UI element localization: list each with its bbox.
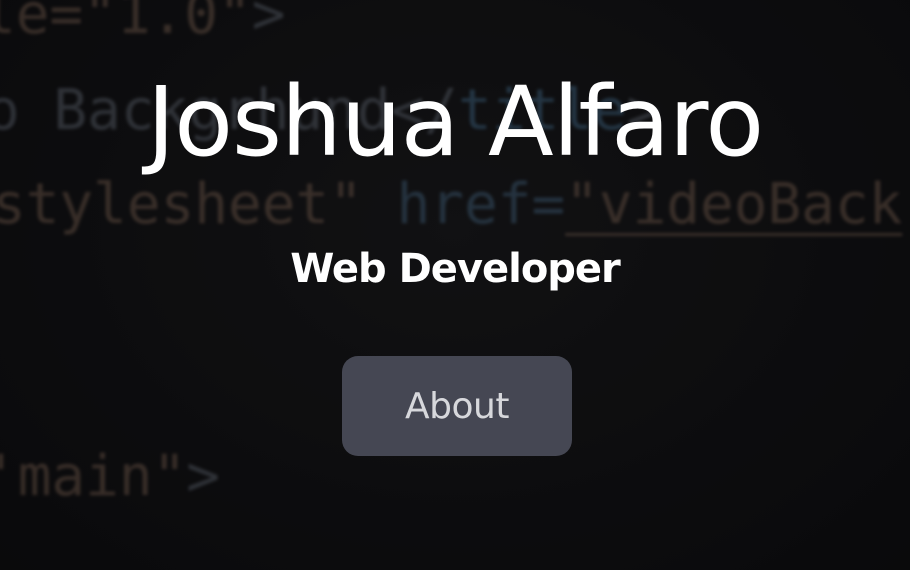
about-button[interactable]: About (342, 356, 572, 456)
hero-subtitle: Web Developer (290, 246, 621, 292)
hero-content: Joshua Alfaro Web Developer About (0, 0, 910, 570)
hero-section: le="1.0"> o Backgrhund</title> styleshee… (0, 0, 910, 570)
hero-title: Joshua Alfaro (146, 66, 764, 178)
